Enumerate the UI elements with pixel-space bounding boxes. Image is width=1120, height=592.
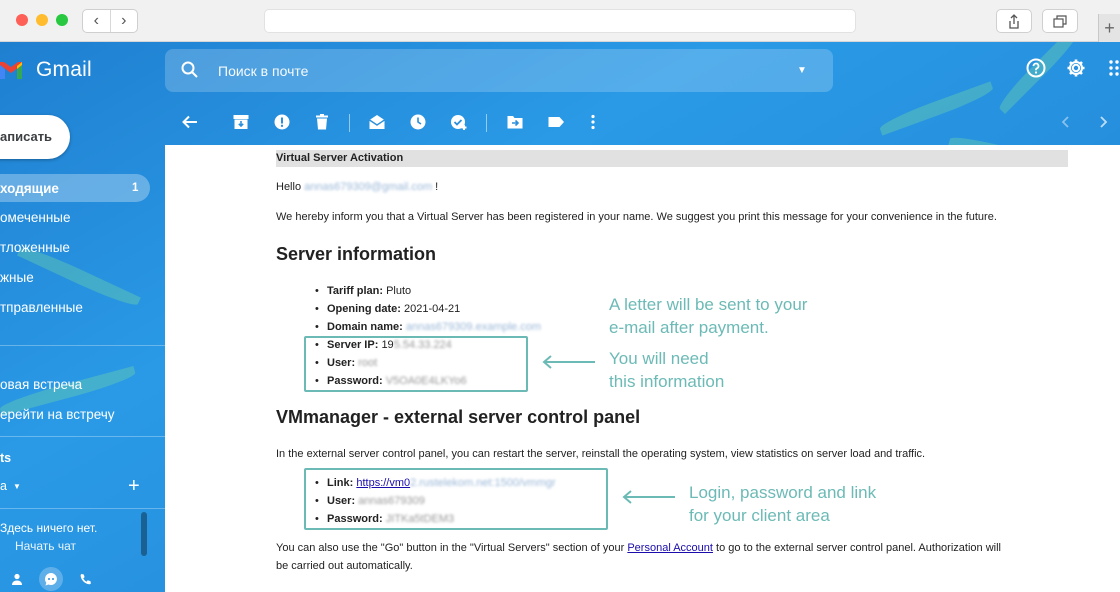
sidebar-item-label: тложенные	[0, 239, 70, 255]
sidebar-item-label: омеченные	[0, 209, 71, 225]
sidebar-divider	[0, 345, 165, 346]
move-to-folder-icon[interactable]	[506, 113, 524, 131]
chevron-down-icon: ▼	[12, 481, 21, 491]
browser-toolbar: ‹ › +	[0, 0, 1120, 42]
help-icon[interactable]	[1026, 58, 1046, 78]
panel-credentials-highlight	[304, 468, 608, 530]
note-email-sent: A letter will be sent to your e-mail aft…	[609, 295, 808, 337]
list-item: Opening date: 2021-04-21	[315, 300, 541, 318]
delete-icon[interactable]	[313, 113, 331, 131]
sidebar-item-label: ходящие	[0, 180, 59, 196]
forward-icon[interactable]: ›	[111, 10, 138, 32]
close-window-button[interactable]	[16, 14, 28, 26]
back-icon[interactable]: ‹	[83, 10, 111, 32]
sidebar-item-important[interactable]: жные	[0, 263, 34, 291]
arrow-left-icon	[622, 490, 675, 504]
note-you-will-need: You will need this information	[609, 349, 725, 391]
app-title: Gmail	[36, 58, 92, 81]
unread-count: 1	[132, 182, 139, 194]
server-credentials-highlight	[304, 336, 528, 392]
chat-tab[interactable]	[39, 567, 63, 591]
phone-icon	[80, 573, 91, 584]
minimize-window-button[interactable]	[36, 14, 48, 26]
more-options-icon[interactable]	[584, 113, 602, 131]
server-info-heading: Server information	[276, 244, 437, 264]
tabs-overview-icon[interactable]	[1042, 9, 1078, 33]
list-item: Tariff plan: Pluto	[315, 282, 541, 300]
compose-button[interactable]: аписать	[0, 115, 70, 159]
search-icon[interactable]	[181, 61, 199, 79]
older-chevron-icon[interactable]	[1094, 113, 1112, 131]
arrow-left-icon	[542, 355, 595, 369]
search-input[interactable]: Поиск в почте	[218, 63, 308, 79]
toolbar-divider	[486, 114, 487, 132]
sidebar-bottom-tabs	[0, 566, 165, 592]
new-tab-button[interactable]: +	[1098, 14, 1120, 42]
sidebar-item-label: жные	[0, 269, 34, 285]
person-icon	[12, 573, 22, 585]
gmail-m-icon	[0, 62, 22, 79]
label-icon[interactable]	[547, 113, 565, 131]
email-body: Virtual Server Activation Hello annas679…	[165, 145, 1120, 592]
sidebar-item-join-meeting[interactable]: ерейти на встречу	[0, 400, 115, 428]
footer-text-line2: be carried out automatically.	[276, 560, 413, 572]
search-bar[interactable]: Поиск в почте ▼	[165, 49, 833, 92]
compose-label: аписать	[0, 129, 53, 144]
chat-bubble-icon	[45, 573, 57, 586]
footer-text: You can also use the "Go" button in the …	[276, 542, 1001, 554]
email-subject: Virtual Server Activation	[276, 150, 1068, 167]
panel-intro-text: In the external server control panel, yo…	[276, 448, 926, 460]
vmmanager-heading: VMmanager - external server control pane…	[276, 407, 641, 427]
back-arrow-icon[interactable]	[181, 113, 199, 131]
sidebar-item-inbox[interactable]: ходящие 1	[0, 174, 150, 202]
contacts-tab[interactable]	[0, 566, 34, 592]
add-task-icon[interactable]	[450, 113, 468, 131]
search-options-icon[interactable]: ▼	[797, 65, 807, 76]
toolbar-divider	[349, 114, 350, 132]
sidebar-item-sent[interactable]: тправленные	[0, 293, 83, 321]
recipient-email-link[interactable]: annas679309@gmail.com	[304, 181, 432, 193]
sidebar-item-label: овая встреча	[0, 376, 83, 392]
sidebar-item-new-meeting[interactable]: овая встреча	[0, 370, 82, 398]
address-bar[interactable]	[264, 9, 856, 33]
chat-scrollbar[interactable]	[141, 512, 147, 556]
sidebar-divider	[0, 436, 165, 437]
add-chat-icon[interactable]: +	[128, 476, 140, 496]
apps-grid-icon[interactable]	[1108, 58, 1120, 78]
archive-icon[interactable]	[232, 113, 250, 131]
snooze-clock-icon[interactable]	[409, 113, 427, 131]
intro-text: We hereby inform you that a Virtual Serv…	[276, 211, 997, 223]
chat-empty-text: Здесь ничего нет.	[0, 521, 98, 535]
greeting-line: Hello annas679309@gmail.com !	[276, 181, 439, 193]
sidebar-divider	[0, 508, 165, 509]
mark-unread-icon[interactable]	[368, 113, 386, 131]
sidebar-item-snoozed[interactable]: тложенные	[0, 233, 70, 261]
gmail-logo[interactable]: Gmail	[0, 58, 92, 82]
report-spam-icon[interactable]	[273, 113, 291, 131]
settings-gear-icon[interactable]	[1066, 58, 1086, 78]
newer-chevron-icon[interactable]	[1057, 113, 1075, 131]
calls-tab[interactable]	[68, 566, 102, 592]
sidebar-item-starred[interactable]: омеченные	[0, 203, 71, 231]
chat-status[interactable]: a ▼	[0, 472, 21, 500]
sidebar-item-label: тправленные	[0, 299, 83, 315]
list-item: Domain name: annas679309.example.com	[315, 318, 541, 336]
chat-section-header: ts	[0, 451, 12, 465]
zoom-window-button[interactable]	[56, 14, 68, 26]
personal-account-link[interactable]: Personal Account	[627, 542, 713, 554]
sidebar-item-label: ерейти на встречу	[0, 406, 115, 422]
note-client-area: Login, password and link for your client…	[689, 483, 877, 525]
history-nav: ‹ ›	[82, 9, 138, 33]
start-chat-link[interactable]: Начать чат	[15, 539, 76, 553]
share-icon[interactable]	[996, 9, 1032, 33]
